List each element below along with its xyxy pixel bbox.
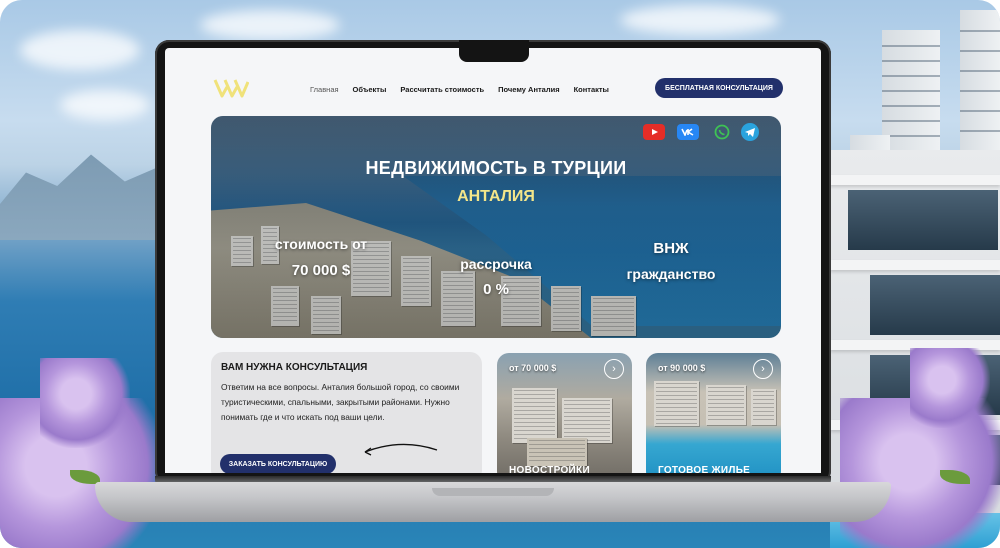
consultation-text: Ответим на все вопросы. Анталия большой … <box>221 382 460 422</box>
hero-title: НЕДВИЖИМОСТЬ В ТУРЦИИ <box>365 158 627 178</box>
tower-background <box>960 10 1000 170</box>
cloud <box>620 5 780 35</box>
cloud <box>60 90 150 120</box>
arrow-right-icon[interactable]: › <box>604 359 624 379</box>
arrow-right-icon[interactable]: › <box>753 359 773 379</box>
consultation-title: ВАМ НУЖНА КОНСУЛЬТАЦИЯ <box>221 362 368 373</box>
citizenship-label: гражданство <box>626 266 716 282</box>
cloud <box>200 10 340 40</box>
hero-overlay <box>211 116 781 338</box>
laptop-opening-notch <box>432 488 554 496</box>
price-label: стоимость от <box>274 236 368 252</box>
building <box>562 398 612 443</box>
top-navigation: Главная Объекты Рассчитать стоимость Поч… <box>165 70 821 110</box>
building <box>751 389 776 425</box>
price-value: 70 000 $ <box>291 262 351 279</box>
residency-label: ВНЖ <box>653 240 689 257</box>
promo-scene: Главная Объекты Рассчитать стоимость Поч… <box>0 0 1000 548</box>
nav-link-home[interactable]: Главная <box>310 85 339 94</box>
building <box>706 385 746 425</box>
card-new-buildings[interactable]: от 70 000 $ › НОВОСТРОЙКИ <box>497 353 632 473</box>
cloud <box>20 30 140 70</box>
hero-banner: НЕДВИЖИМОСТЬ В ТУРЦИИ АНТАЛИЯ стоимость … <box>211 116 781 338</box>
card-ready-housing[interactable]: от 90 000 $ › ГОТОВОЕ ЖИЛЬЕ <box>646 353 781 473</box>
nav-link-calculate[interactable]: Рассчитать стоимость <box>400 85 484 94</box>
card-price: от 90 000 $ <box>658 363 706 373</box>
hero-subtitle: АНТАЛИЯ <box>457 188 535 205</box>
lilac-flowers <box>910 348 990 428</box>
installment-label: рассрочка <box>460 256 532 272</box>
logo-icon[interactable] <box>213 78 249 98</box>
order-consultation-button[interactable]: ЗАКАЗАТЬ КОНСУЛЬТАЦИЮ <box>220 454 336 473</box>
installment-value: 0 % <box>483 281 509 298</box>
whatsapp-icon[interactable] <box>711 124 733 140</box>
lilac-flowers <box>40 358 130 448</box>
camera-notch <box>459 40 529 62</box>
building <box>512 388 557 443</box>
telegram-icon[interactable] <box>741 123 759 141</box>
card-caption: НОВОСТРОЙКИ <box>509 465 590 473</box>
vk-icon[interactable] <box>677 124 699 140</box>
building <box>527 438 587 466</box>
building <box>654 381 699 426</box>
laptop-screen: Главная Объекты Рассчитать стоимость Поч… <box>165 48 821 473</box>
arrow-pointer-icon <box>364 443 438 456</box>
card-price: от 70 000 $ <box>509 363 557 373</box>
free-consultation-button[interactable]: БЕСПЛАТНАЯ КОНСУЛЬТАЦИЯ <box>655 78 783 98</box>
nav-link-contacts[interactable]: Контакты <box>574 85 609 94</box>
youtube-icon[interactable] <box>643 124 665 140</box>
nav-links: Главная Объекты Рассчитать стоимость Поч… <box>310 85 609 94</box>
nav-link-why-antalya[interactable]: Почему Анталия <box>498 85 559 94</box>
consultation-block: ВАМ НУЖНА КОНСУЛЬТАЦИЯ Ответим на все во… <box>211 352 482 473</box>
nav-link-objects[interactable]: Объекты <box>353 85 387 94</box>
card-caption: ГОТОВОЕ ЖИЛЬЕ <box>658 465 751 473</box>
